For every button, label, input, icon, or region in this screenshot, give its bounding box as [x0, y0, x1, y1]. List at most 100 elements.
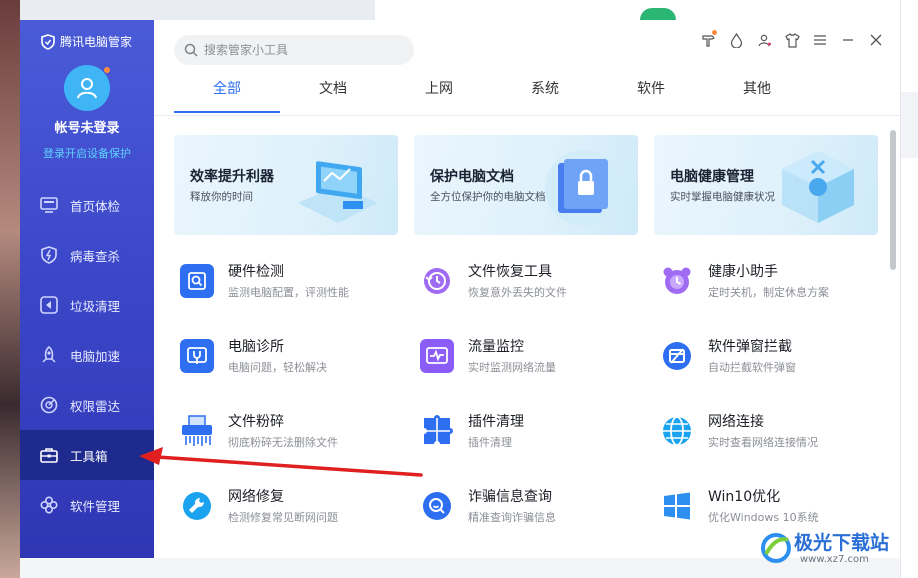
brand: 腾讯电脑管家 [40, 33, 132, 50]
tool-health-assistant[interactable]: 健康小助手 定时关机，制定休息方案 [654, 260, 874, 308]
tool-hardware-check[interactable]: 硬件检测 监测电脑配置，评测性能 [174, 260, 394, 308]
tool-name: 文件恢复工具 [468, 264, 552, 280]
search-box[interactable] [174, 35, 414, 65]
tab-software[interactable]: 软件 [598, 78, 704, 108]
globe-icon [660, 414, 694, 448]
banner-title: 效率提升利器 [190, 169, 274, 185]
sidebar-item-junk-clean[interactable]: 垃圾清理 [20, 280, 154, 330]
tool-desc: 电脑问题，轻松解决 [228, 361, 327, 374]
background-logo-fragment [640, 8, 676, 20]
tab-other[interactable]: 其他 [704, 78, 810, 108]
tool-pc-clinic[interactable]: 电脑诊所 电脑问题，轻松解决 [174, 335, 394, 383]
tool-desc: 检测修复常见断网问题 [228, 511, 338, 524]
sidebar-item-label: 权限雷达 [70, 398, 121, 414]
background-window-right [900, 0, 918, 578]
wrench-icon [180, 489, 214, 523]
sidebar-item-permission-radar[interactable]: 权限雷达 [20, 380, 154, 430]
apps-icon [40, 496, 58, 514]
user-icon [77, 78, 97, 99]
tool-name: 硬件检测 [228, 264, 284, 280]
shield-bolt-icon [40, 246, 58, 264]
tool-file-restore[interactable]: 文件恢复工具 恢复意外丢失的文件 [414, 260, 634, 308]
tool-desc: 插件清理 [468, 436, 512, 449]
sidebar-item-home-check[interactable]: 首页体检 [20, 180, 154, 230]
banner-subtitle: 实时掌握电脑健康状况 [670, 191, 775, 203]
tool-name: 流量监控 [468, 339, 524, 355]
tool-popup-block[interactable]: 软件弹窗拦截 自动拦截软件弹窗 [654, 335, 874, 383]
watermark-url: www.xz7.com [800, 554, 869, 565]
watermark-logo-icon [761, 533, 791, 563]
sidebar-item-label: 工具箱 [70, 448, 108, 464]
popup-block-icon [660, 339, 694, 373]
tab-divider [154, 115, 900, 116]
cube-illustration-icon [782, 151, 854, 223]
toolbox-icon [40, 446, 58, 464]
menu-icon[interactable] [812, 32, 828, 48]
avatar[interactable] [64, 65, 110, 111]
shredder-icon [180, 414, 214, 448]
feature-banners: 效率提升利器 释放你的时间 保护电脑文档 全方位保护你的电脑文档 电脑健康管理 … [174, 135, 878, 235]
hammer-icon[interactable] [700, 30, 717, 48]
sidebar-item-speed-up[interactable]: 电脑加速 [20, 330, 154, 380]
broom-icon [40, 296, 58, 314]
notification-dot [104, 67, 110, 73]
tab-documents[interactable]: 文档 [280, 78, 386, 108]
scrollbar-thumb[interactable] [890, 130, 896, 270]
banner-health-management[interactable]: 电脑健康管理 实时掌握电脑健康状况 [654, 135, 878, 235]
drop-icon[interactable] [728, 32, 744, 48]
tab-system[interactable]: 系统 [492, 78, 598, 108]
window-controls [700, 30, 884, 48]
user-settings-icon[interactable] [756, 32, 772, 48]
sidebar: 腾讯电脑管家 帐号未登录 登录开启设备保护 首页体检 病毒查杀 垃圾清理 电脑加… [20, 20, 154, 558]
background-window-top [375, 0, 900, 20]
rocket-icon [40, 346, 58, 364]
sidebar-item-virus-scan[interactable]: 病毒查杀 [20, 230, 154, 280]
annotation-arrow [139, 447, 423, 477]
shirt-icon[interactable] [784, 32, 800, 48]
minimize-icon[interactable] [840, 32, 856, 48]
sidebar-item-toolbox[interactable]: 工具箱 [20, 430, 154, 480]
search-input[interactable] [204, 43, 404, 57]
hardware-check-icon [180, 264, 214, 298]
tool-name: Win10优化 [708, 489, 781, 505]
tool-desc: 优化Windows 10系统 [708, 511, 819, 524]
tool-desc: 实时查看网络连接情况 [708, 436, 818, 449]
watermark-text: 极光下载站 [794, 532, 890, 554]
tool-desc: 定时关机，制定休息方案 [708, 286, 829, 299]
tool-desc: 恢复意外丢失的文件 [468, 286, 567, 299]
login-link[interactable]: 登录开启设备保护 [20, 145, 154, 161]
tool-fraud-query[interactable]: 诈骗信息查询 精准查询诈骗信息 [414, 485, 634, 533]
tool-traffic-monitor[interactable]: 流量监控 实时监测网络流量 [414, 335, 634, 383]
sidebar-item-software-manage[interactable]: 软件管理 [20, 480, 154, 530]
category-tabs: 全部 文档 上网 系统 软件 其他 [174, 78, 810, 113]
tool-plugin-clean[interactable]: 插件清理 插件清理 [414, 410, 634, 458]
tool-desc: 监测电脑配置，评测性能 [228, 286, 349, 299]
tab-internet[interactable]: 上网 [386, 78, 492, 108]
tool-name: 文件粉碎 [228, 414, 284, 430]
tool-name: 软件弹窗拦截 [708, 339, 792, 355]
radar-icon [40, 396, 58, 414]
watermark: 极光下载站 www.xz7.com [758, 524, 908, 574]
search-icon [184, 43, 198, 57]
tool-name: 网络连接 [708, 414, 764, 430]
tool-name: 电脑诊所 [228, 339, 284, 355]
tool-name: 插件清理 [468, 414, 524, 430]
tool-network-connection[interactable]: 网络连接 实时查看网络连接情况 [654, 410, 874, 458]
stethoscope-icon [180, 339, 214, 373]
account-status[interactable]: 帐号未登录 [20, 117, 154, 136]
banner-title: 保护电脑文档 [430, 169, 514, 185]
tab-all[interactable]: 全部 [174, 78, 280, 113]
desktop-wallpaper-left [0, 0, 20, 578]
sidebar-nav: 首页体检 病毒查杀 垃圾清理 电脑加速 权限雷达 工具箱 软件管理 [20, 180, 154, 530]
tool-network-repair[interactable]: 网络修复 检测修复常见断网问题 [174, 485, 394, 533]
tool-desc: 自动拦截软件弹窗 [708, 361, 796, 374]
banner-subtitle: 释放你的时间 [190, 191, 253, 203]
computer-illustration-icon [298, 161, 378, 223]
close-icon[interactable] [868, 32, 884, 48]
banner-efficiency[interactable]: 效率提升利器 释放你的时间 [174, 135, 398, 235]
tool-desc: 精准查询诈骗信息 [468, 511, 556, 524]
banner-protect-documents[interactable]: 保护电脑文档 全方位保护你的电脑文档 [414, 135, 638, 235]
puzzle-icon [420, 414, 454, 448]
traffic-monitor-icon [420, 339, 454, 373]
sidebar-item-label: 首页体检 [70, 198, 121, 214]
